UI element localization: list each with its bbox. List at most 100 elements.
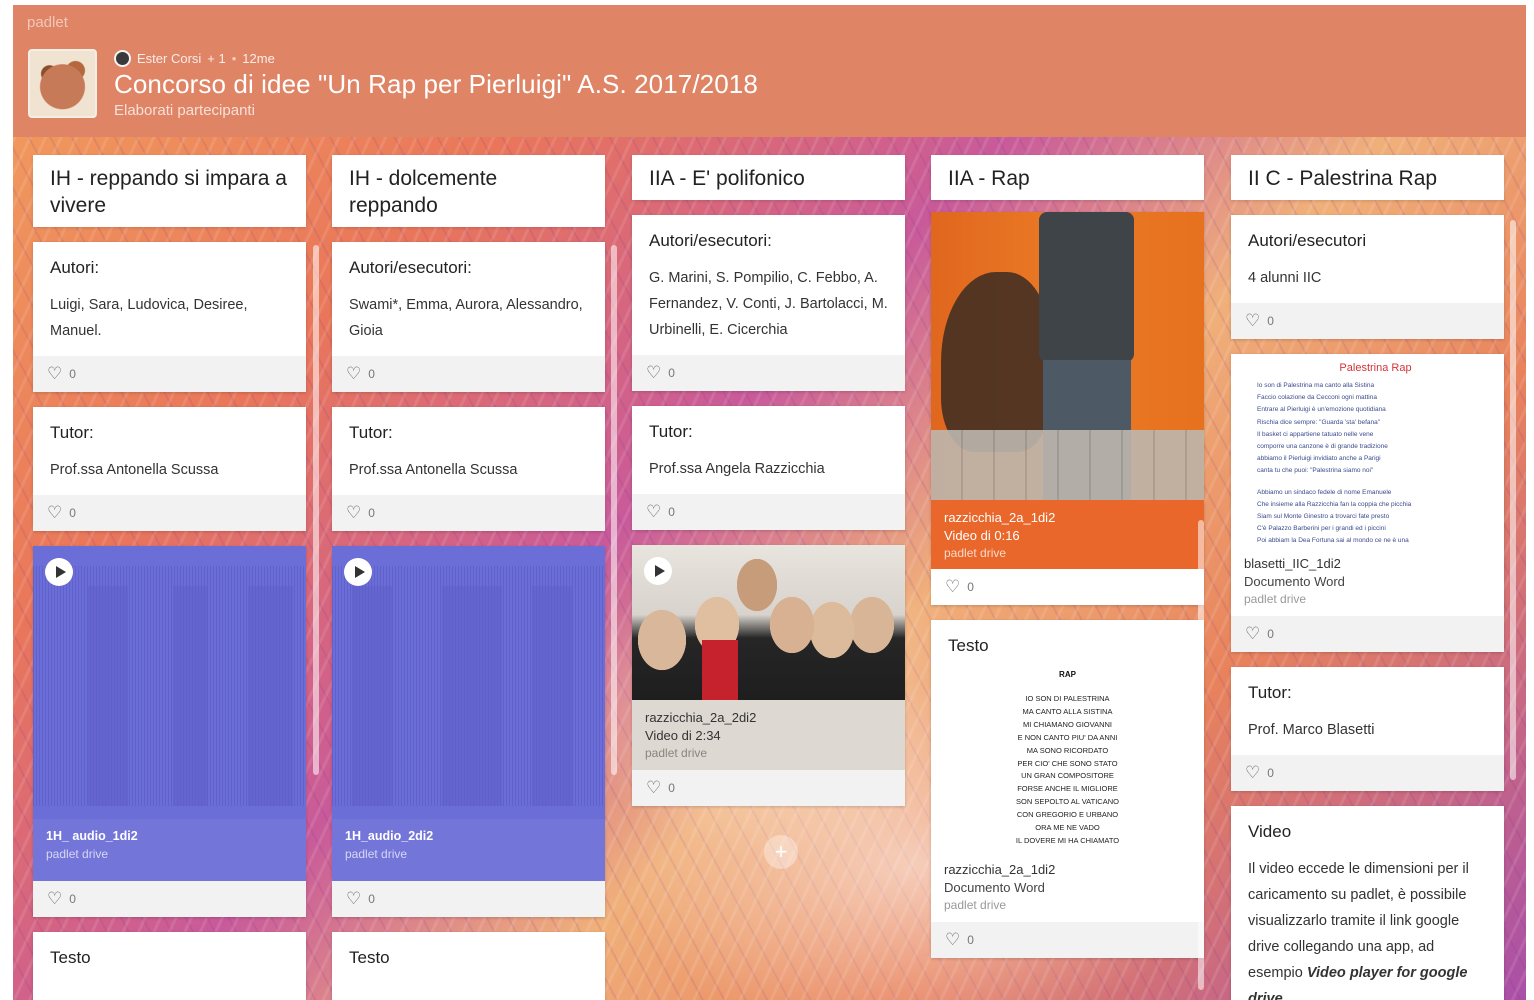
- heart-icon[interactable]: ♡: [646, 363, 661, 383]
- like-count: 0: [1267, 314, 1274, 328]
- post-text: Prof.ssa Antonella Scussa: [50, 462, 219, 478]
- attachment-name[interactable]: razzicchia_2a_1di2: [944, 510, 1191, 525]
- play-icon[interactable]: [45, 558, 73, 586]
- heart-icon[interactable]: ♡: [1245, 763, 1260, 783]
- post-card[interactable]: Tutor: Prof.ssa Antonella Scussa ♡ 0: [332, 407, 605, 531]
- like-count: 0: [368, 892, 375, 906]
- heart-icon[interactable]: ♡: [945, 930, 960, 950]
- heart-icon[interactable]: ♡: [47, 503, 62, 523]
- attachment-type: Documento Word: [944, 879, 1045, 895]
- post-card[interactable]: Tutor: Prof.ssa Angela Razzicchia ♡ 0: [632, 406, 905, 530]
- post-card[interactable]: Autori/esecutori: Swami*, Emma, Aurora, …: [332, 242, 605, 392]
- attachment-name[interactable]: 1H_ audio_1di2: [46, 829, 293, 843]
- like-count: 0: [668, 781, 675, 795]
- play-icon[interactable]: [344, 558, 372, 586]
- like-count: 0: [69, 892, 76, 906]
- doc-line: canta tu che puoi: "Palestrina siamo noi…: [1257, 467, 1374, 475]
- video-thumbnail[interactable]: [632, 545, 905, 700]
- collaborators-count[interactable]: + 1: [207, 51, 225, 66]
- doc-line: SON SEPOLTO AL VATICANO: [1016, 797, 1119, 807]
- like-bar: ♡ 0: [332, 356, 605, 392]
- document-preview[interactable]: Palestrina Rap Io son di Palestrina ma c…: [1231, 354, 1504, 552]
- author-avatar[interactable]: [114, 50, 131, 67]
- doc-preview-title: Palestrina Rap: [1339, 362, 1412, 374]
- like-bar: ♡ 0: [931, 921, 1204, 958]
- add-post-button[interactable]: +: [764, 835, 798, 869]
- doc-line: PER CIO' CHE SONO STATO: [1017, 758, 1118, 768]
- post-card[interactable]: Tutor: Prof. Marco Blasetti ♡ 0: [1231, 666, 1504, 791]
- post-heading: Video: [1248, 821, 1292, 841]
- heart-icon[interactable]: ♡: [346, 364, 361, 384]
- doc-line: IO SON DI PALESTRINA: [1025, 694, 1110, 703]
- like-count: 0: [1267, 626, 1274, 641]
- padlet-logo[interactable]: padlet: [27, 14, 68, 31]
- waveform-segment: [532, 586, 572, 806]
- wall-mural: [941, 272, 1051, 452]
- post-text: Prof. Marco Blasetti: [1248, 721, 1375, 738]
- doc-line: C'è Palazzo Barberini per i grandi ed i …: [1257, 525, 1386, 533]
- audio-player[interactable]: 1H_ audio_1di2 padlet drive: [33, 546, 306, 881]
- attachment-name[interactable]: razzicchia_2a_2di2: [645, 710, 892, 725]
- author-name[interactable]: Ester Corsi: [137, 51, 201, 66]
- attachment-name[interactable]: 1H_audio_2di2: [345, 829, 592, 843]
- column-title: IIA - E' polifonico: [632, 155, 905, 200]
- waveform-segment: [352, 586, 392, 806]
- post-card[interactable]: Autori: Luigi, Sara, Ludovica, Desiree, …: [33, 242, 306, 392]
- attachment-name[interactable]: razzicchia_2a_1di2: [944, 862, 1191, 877]
- like-bar: ♡ 0: [1231, 615, 1504, 652]
- waveform-segment: [88, 586, 128, 806]
- video-post[interactable]: razzicchia_2a_2di2 Video di 2:34 padlet …: [632, 545, 905, 806]
- waveform-segment: [442, 586, 502, 806]
- like-count: 0: [69, 367, 76, 381]
- video-post[interactable]: razzicchia_2a_1di2 Video di 0:16 padlet …: [931, 212, 1204, 605]
- person-figure: [1039, 212, 1134, 362]
- heart-icon[interactable]: ♡: [346, 503, 361, 523]
- like-bar: ♡ 0: [632, 494, 905, 530]
- doc-line: E NON CANTO PIU' DA ANNI: [1017, 732, 1118, 742]
- column-title: IH - reppando si impara a vivere: [33, 155, 306, 227]
- column-scrollbar[interactable]: [1510, 220, 1516, 780]
- doc-line: Faccio colazione da Cecconi ogni mattina: [1257, 394, 1377, 402]
- doc-line: IL DOVERE MI HA CHIAMATO: [1015, 835, 1120, 845]
- document-preview[interactable]: RAP IO SON DI PALESTRINA MA CANTO ALLA S…: [931, 670, 1204, 854]
- doc-line: ORA ME NE VADO: [1035, 823, 1100, 833]
- attachment-name[interactable]: blasetti_IIC_1di2: [1244, 556, 1491, 571]
- post-text: Prof.ssa Angela Razzicchia: [649, 461, 825, 477]
- heart-icon[interactable]: ♡: [1245, 624, 1260, 644]
- doc-preview-title: RAP: [1059, 670, 1076, 679]
- post-heading: Tutor:: [349, 423, 393, 442]
- doc-line: Abbiamo un sindaco fedele di nome Emanue…: [1257, 488, 1392, 496]
- doc-line: Io son di Palestrina ma canto alla Sisti…: [1257, 382, 1375, 389]
- audio-post[interactable]: 1H_audio_2di2 padlet drive ♡ 0: [332, 546, 605, 917]
- like-bar: ♡ 0: [33, 356, 306, 392]
- doc-post[interactable]: Palestrina Rap Io son di Palestrina ma c…: [1231, 354, 1504, 652]
- column-scrollbar[interactable]: [611, 245, 617, 775]
- column-3: IIA - E' polifonico Autori/esecutori: G.…: [632, 155, 905, 821]
- heart-icon[interactable]: ♡: [646, 778, 661, 798]
- play-icon[interactable]: [644, 557, 672, 585]
- post-card[interactable]: Testo: [332, 932, 605, 1000]
- heart-icon[interactable]: ♡: [646, 502, 661, 522]
- attachment-source: padlet drive: [46, 847, 109, 861]
- post-card[interactable]: Autori/esecutori 4 alunni IIC ♡ 0: [1231, 215, 1504, 339]
- column-scrollbar[interactable]: [313, 245, 319, 775]
- heart-icon[interactable]: ♡: [346, 889, 361, 909]
- attachment-source: padlet drive: [1244, 591, 1307, 606]
- post-text-plain: Il video eccede le dimensioni per il car…: [1248, 860, 1469, 981]
- post-card[interactable]: Video Il video eccede le dimensioni per …: [1231, 805, 1504, 1000]
- audio-player[interactable]: 1H_audio_2di2 padlet drive: [332, 546, 605, 881]
- video-thumbnail[interactable]: [931, 212, 1204, 500]
- doc-line: abbiamo il Pierluigi invidiato anche a P…: [1257, 455, 1381, 463]
- heart-icon[interactable]: ♡: [47, 364, 62, 384]
- attachment-footer: razzicchia_2a_1di2 Video di 0:16 padlet …: [931, 500, 1204, 569]
- heart-icon[interactable]: ♡: [1245, 311, 1260, 331]
- heart-icon[interactable]: ♡: [47, 889, 62, 909]
- doc-post[interactable]: Testo RAP IO SON DI PALESTRINA MA CANTO …: [931, 620, 1204, 958]
- post-card[interactable]: Tutor: Prof.ssa Antonella Scussa ♡ 0: [33, 407, 306, 531]
- post-card[interactable]: Autori/esecutori: G. Marini, S. Pompilio…: [632, 215, 905, 391]
- audio-post[interactable]: 1H_ audio_1di2 padlet drive ♡ 0: [33, 546, 306, 917]
- column-scrollbar[interactable]: [1198, 520, 1204, 990]
- column-title: IIA - Rap: [931, 155, 1204, 200]
- heart-icon[interactable]: ♡: [945, 577, 960, 597]
- post-card[interactable]: Testo: [33, 932, 306, 1000]
